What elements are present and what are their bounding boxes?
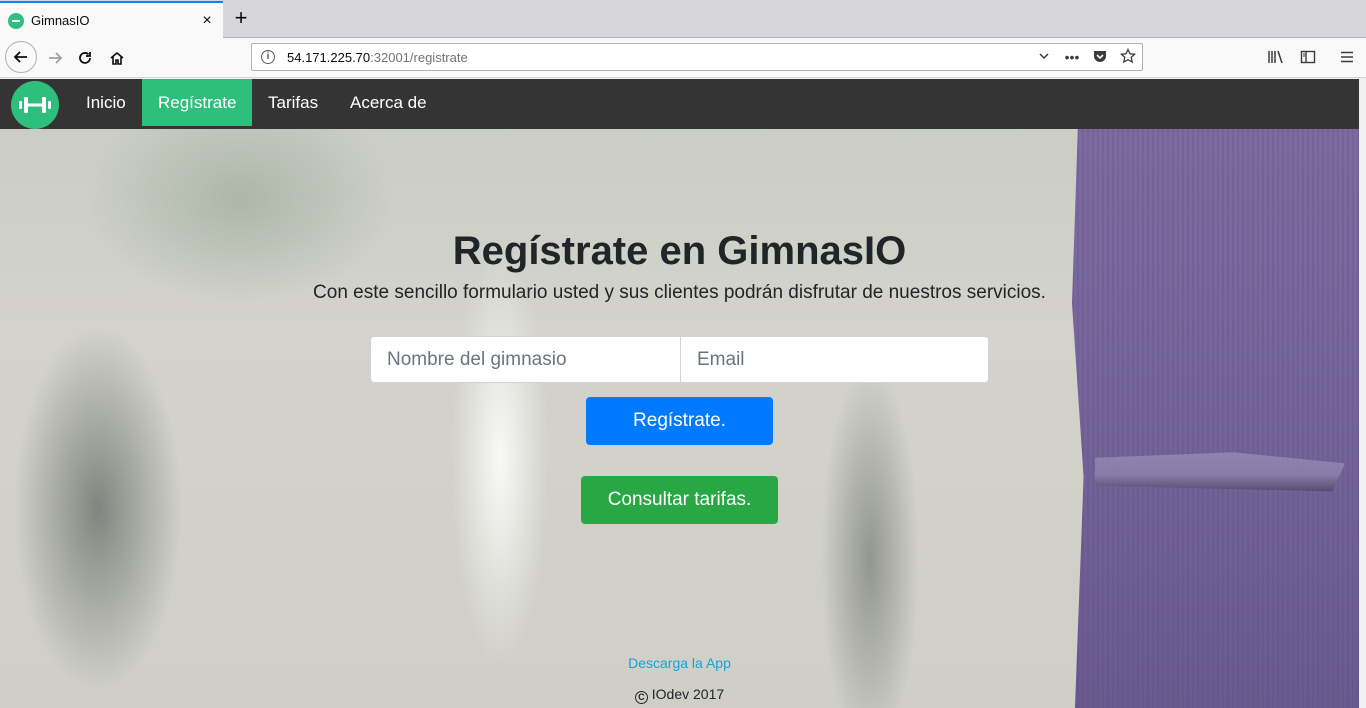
library-icon[interactable] [1262, 43, 1290, 71]
menu-icon[interactable] [1333, 43, 1361, 71]
dumbbell-logo-icon[interactable] [11, 81, 59, 129]
sidebar-icon[interactable] [1294, 43, 1322, 71]
home-button[interactable] [102, 43, 132, 73]
page-title: Regístrate en GimnasIO [452, 229, 907, 273]
home-icon [110, 51, 124, 65]
page-viewport: Inicio Regístrate Tarifas Acerca de Regí… [0, 79, 1359, 708]
url-path: :32001/registrate [370, 49, 468, 65]
footer-copyright: C IOdev 2017 [0, 686, 1359, 704]
new-tab-button[interactable]: + [229, 6, 253, 32]
tab-title: GimnasIO [31, 13, 90, 28]
nav-tarifas[interactable]: Tarifas [252, 79, 334, 126]
page-actions-button[interactable]: ••• [1058, 49, 1086, 65]
bookmark-star-icon[interactable] [1114, 47, 1142, 67]
browser-toolbar: i 54.171.225.70:32001/registrate ••• [0, 38, 1366, 78]
page-subtitle: Con este sencillo formulario usted y sus… [313, 282, 1046, 303]
email-input[interactable] [680, 336, 989, 383]
address-bar[interactable]: i 54.171.225.70:32001/registrate ••• [251, 43, 1143, 71]
site-navbar: Inicio Regístrate Tarifas Acerca de [0, 79, 1359, 129]
gym-favicon-icon [8, 12, 24, 29]
register-button[interactable]: Regístrate. [586, 397, 773, 445]
copyright-icon: C [634, 691, 648, 704]
site-info-icon[interactable]: i [261, 50, 275, 64]
chevron-down-icon[interactable] [1030, 49, 1058, 65]
view-rates-button[interactable]: Consultar tarifas. [581, 476, 778, 524]
reload-icon [79, 52, 91, 64]
copyright-text: IOdev 2017 [651, 686, 725, 702]
browser-tab-bar: GimnasIO × + [0, 0, 1366, 38]
reload-button[interactable] [70, 43, 100, 73]
background-rock-image [1072, 129, 1359, 708]
forward-arrow-icon [49, 52, 63, 64]
download-app-link[interactable]: Descarga la App [0, 655, 1359, 671]
pocket-icon[interactable] [1086, 48, 1114, 67]
tab-close-button[interactable]: × [195, 12, 219, 30]
forward-button[interactable] [40, 43, 70, 73]
nav-registrate[interactable]: Regístrate [142, 79, 252, 126]
nav-inicio[interactable]: Inicio [70, 79, 142, 126]
nav-acerca-de[interactable]: Acerca de [334, 79, 443, 126]
url-text[interactable]: 54.171.225.70:32001/registrate [287, 50, 1030, 65]
gym-name-input[interactable] [370, 336, 681, 383]
url-host: 54.171.225.70 [287, 49, 371, 65]
back-button[interactable] [5, 41, 37, 73]
back-arrow-icon [13, 51, 27, 63]
page-scrollbar[interactable] [1359, 79, 1366, 708]
browser-tab[interactable]: GimnasIO × [0, 1, 223, 38]
